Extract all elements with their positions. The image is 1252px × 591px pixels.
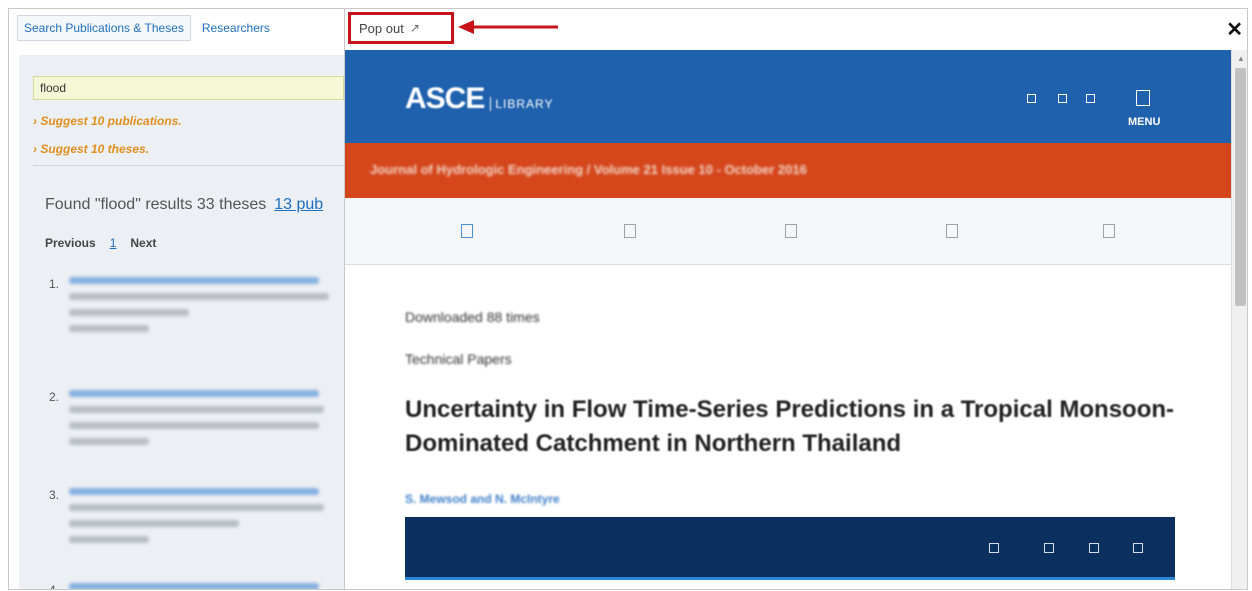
result-title[interactable] <box>69 488 319 495</box>
menu-icon[interactable] <box>1136 90 1150 106</box>
result-title[interactable] <box>69 583 319 589</box>
asce-logo[interactable]: ASCE LIBRARY <box>405 82 554 116</box>
external-link-icon: ↗ <box>409 21 420 35</box>
result-more-details[interactable] <box>69 325 149 332</box>
article-tools-bar <box>345 198 1232 265</box>
journal-breadcrumb[interactable]: Journal of Hydrologic Engineering / Volu… <box>370 162 807 177</box>
logo-text: ASCE <box>405 82 485 115</box>
result-number: 2. <box>49 390 60 404</box>
result-item[interactable]: 1. <box>49 277 344 341</box>
tab-bar: Search Publications & Theses Researchers <box>17 15 277 41</box>
divider <box>33 165 344 166</box>
result-title[interactable] <box>69 390 319 397</box>
result-meta <box>69 406 324 413</box>
result-number: 3. <box>49 488 60 502</box>
browser-frame: Search Publications & Theses Researchers… <box>8 8 1248 590</box>
current-page-link[interactable]: 1 <box>110 236 117 250</box>
search-icon[interactable] <box>1027 94 1036 103</box>
result-title[interactable] <box>69 277 319 284</box>
results-summary: Found "flood" results 33 theses 13 pub <box>45 196 323 214</box>
menu-label[interactable]: MENU <box>1128 116 1160 128</box>
section-label: Technical Papers <box>405 351 512 367</box>
close-icon[interactable]: ✕ <box>1226 17 1243 42</box>
cart-icon[interactable] <box>1086 94 1095 103</box>
tool-icon[interactable] <box>1103 224 1115 238</box>
article-authors[interactable]: S. Mewsod and N. McIntyre <box>405 492 560 506</box>
journal-bar: Journal of Hydrologic Engineering / Volu… <box>345 143 1232 198</box>
result-item[interactable]: 2. <box>49 390 344 454</box>
asce-header: ASCE LIBRARY MENU <box>345 50 1232 143</box>
search-app: Search Publications & Theses Researchers… <box>9 9 344 589</box>
action-icon[interactable] <box>1044 543 1054 553</box>
result-number: 1. <box>49 277 60 291</box>
tool-icon[interactable] <box>624 224 636 238</box>
viewer-scrollbar[interactable]: ▲ <box>1231 50 1247 589</box>
action-icon[interactable] <box>989 543 999 553</box>
result-item[interactable]: 3. <box>49 488 344 552</box>
article-action-bar <box>405 517 1175 580</box>
scroll-thumb[interactable] <box>1235 68 1246 306</box>
pop-out-label: Pop out <box>359 20 404 36</box>
logo-subtext: LIBRARY <box>490 97 554 111</box>
tab-researchers[interactable]: Researchers <box>195 15 277 41</box>
embedded-article-page: ASCE LIBRARY MENU Journal of Hydrologic E… <box>345 50 1232 589</box>
suggest-publications-link[interactable]: › Suggest 10 publications. <box>33 114 182 128</box>
publications-count-link[interactable]: 13 pub <box>274 196 323 213</box>
user-icon[interactable] <box>1058 94 1067 103</box>
result-meta <box>69 293 329 300</box>
result-more-details[interactable] <box>69 536 149 543</box>
action-icon[interactable] <box>1089 543 1099 553</box>
previous-page-link[interactable]: Previous <box>45 236 96 250</box>
tab-search-publications[interactable]: Search Publications & Theses <box>17 15 191 41</box>
preview-modal: Pop out ↗ ✕ ASCE LIBRARY MENU Journal of … <box>344 9 1247 589</box>
result-meta <box>69 504 324 511</box>
result-authors <box>69 422 319 429</box>
result-authors <box>69 520 239 527</box>
annotation-arrow <box>458 20 558 34</box>
pagination: Previous 1 Next <box>45 236 156 250</box>
search-input[interactable]: flood <box>33 76 344 100</box>
next-page-link[interactable]: Next <box>130 236 156 250</box>
scroll-up-icon[interactable]: ▲ <box>1237 54 1245 63</box>
search-panel: flood › Suggest 10 publications. › Sugge… <box>19 55 344 589</box>
tool-icon[interactable] <box>785 224 797 238</box>
pop-out-button[interactable]: Pop out ↗ <box>348 12 454 44</box>
download-count: Downloaded 88 times <box>405 309 540 325</box>
action-icon[interactable] <box>1133 543 1143 553</box>
result-authors <box>69 309 189 316</box>
results-count: Found "flood" results 33 theses <box>45 196 267 213</box>
tool-icon[interactable] <box>461 224 473 238</box>
article-title: Uncertainty in Flow Time-Series Predicti… <box>405 396 1175 457</box>
result-more-details[interactable] <box>69 438 149 445</box>
result-number: 4. <box>49 583 60 590</box>
suggest-theses-link[interactable]: › Suggest 10 theses. <box>33 142 149 156</box>
result-item[interactable]: 4. <box>49 583 344 589</box>
tool-icon[interactable] <box>946 224 958 238</box>
